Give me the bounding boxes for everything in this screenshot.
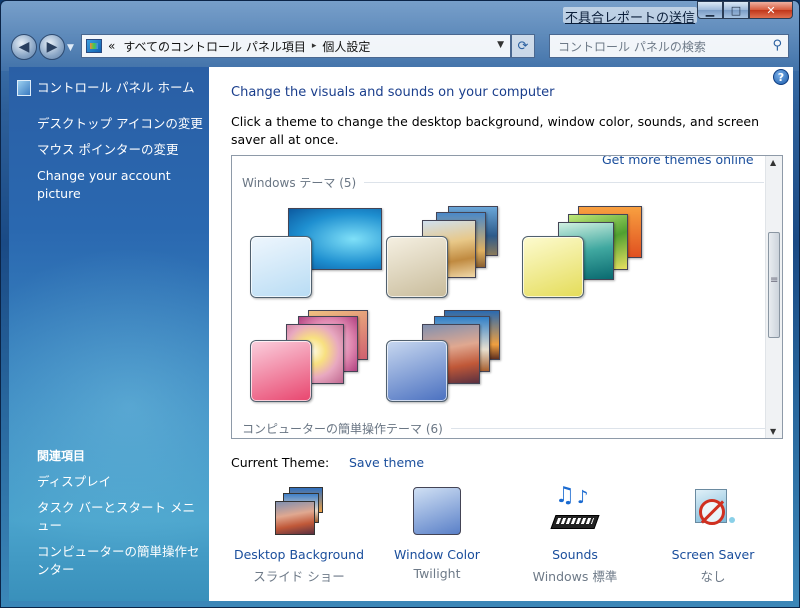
group-divider <box>450 428 769 429</box>
control-panel-home-link[interactable]: コントロール パネル ホーム <box>17 79 195 97</box>
screen-saver-icon <box>687 487 739 539</box>
sidebar: コントロール パネル ホーム デスクトップ アイコンの変更 マウス ポインターの… <box>9 67 209 601</box>
window-color-icon <box>411 487 463 539</box>
scroll-down-icon[interactable]: ▼ <box>770 427 776 436</box>
windows-themes-group: Windows テーマ (5) <box>242 174 765 191</box>
change-desktop-icons-link[interactable]: デスクトップ アイコンの変更 <box>37 115 203 133</box>
forward-button[interactable]: ▶ <box>39 34 65 60</box>
recent-pages-dropdown-icon[interactable]: ▼ <box>67 43 74 53</box>
windows-themes-group-label: Windows テーマ (5) <box>242 176 357 190</box>
display-link[interactable]: ディスプレイ <box>37 473 111 491</box>
sounds-label: Sounds <box>552 547 598 562</box>
theme-color-swatch <box>250 340 312 402</box>
caption-buttons: ▁ □ ✕ <box>697 1 793 19</box>
search-placeholder: コントロール パネルの検索 <box>558 39 706 54</box>
sounds-value: Windows 標準 <box>532 569 618 584</box>
theme-color-swatch <box>386 236 448 298</box>
scroll-up-icon[interactable]: ▲ <box>770 158 776 167</box>
forward-arrow-icon: ▶ <box>46 39 58 55</box>
refresh-icon: ⟳ <box>517 38 529 54</box>
search-icon[interactable]: ⚲ <box>772 38 782 53</box>
sounds-icon: ♫ ♪ <box>549 483 601 539</box>
control-panel-home-label: コントロール パネル ホーム <box>37 80 195 95</box>
ease-of-access-themes-group-label: コンピューターの簡単操作テーマ (6) <box>242 422 443 436</box>
maximize-button[interactable]: □ <box>723 1 749 19</box>
theme-nature[interactable] <box>518 206 642 302</box>
theme-color-swatch <box>522 236 584 298</box>
sounds-setting[interactable]: ♫ ♪ Sounds Windows 標準 <box>505 483 645 585</box>
refresh-button[interactable]: ⟳ <box>511 34 535 58</box>
breadcrumb-separator-icon[interactable]: ▸ <box>312 41 317 51</box>
breadcrumb-overflow[interactable]: « <box>108 39 115 53</box>
group-divider <box>364 182 765 183</box>
theme-list[interactable]: Get more themes online Windows テーマ (5) コ… <box>231 155 783 439</box>
change-mouse-pointers-link[interactable]: マウス ポインターの変更 <box>37 141 178 159</box>
theme-color-swatch <box>250 236 312 298</box>
window-color-value: Twilight <box>413 566 461 581</box>
search-input[interactable]: コントロール パネルの検索 ⚲ <box>549 34 789 58</box>
address-bar[interactable]: « すべてのコントロール パネル項目 ▸ 個人設定 ▼ <box>81 34 511 58</box>
save-theme-link[interactable]: Save theme <box>349 455 424 470</box>
change-account-picture-link[interactable]: Change your account picture <box>37 167 187 203</box>
window-frame: 不具合レポートの送信 ▁ □ ✕ ◀ ▶ ▼ « すべてのコントロール パネル項… <box>0 0 800 608</box>
ease-of-access-themes-group: コンピューターの簡単操作テーマ (6) <box>242 420 769 437</box>
control-panel-home-icon <box>17 80 31 96</box>
address-dropdown-icon[interactable]: ▼ <box>497 40 504 50</box>
page-title: Change the visuals and sounds on your co… <box>231 85 555 100</box>
scrollbar-thumb[interactable] <box>768 232 780 338</box>
related-heading: 関連項目 <box>37 449 86 463</box>
theme-list-scrollbar[interactable]: ▲ ▼ <box>765 156 782 438</box>
page-description: Click a theme to change the desktop back… <box>231 114 760 147</box>
help-icon[interactable]: ? <box>773 69 789 85</box>
theme-landscapes[interactable] <box>382 206 506 302</box>
send-feedback-link[interactable]: 不具合レポートの送信 <box>563 7 698 26</box>
control-panel-icon <box>86 39 102 53</box>
theme-windows7[interactable] <box>246 206 382 302</box>
window-color-setting[interactable]: Window Color Twilight <box>367 487 507 581</box>
get-more-themes-link[interactable]: Get more themes online <box>602 156 754 167</box>
minimize-button[interactable]: ▁ <box>697 1 723 19</box>
screen-saver-value: なし <box>700 569 726 584</box>
breadcrumb-all-control-panel-items[interactable]: すべてのコントロール パネル項目 <box>123 38 306 55</box>
current-theme-label: Current Theme: <box>231 455 330 470</box>
back-button[interactable]: ◀ <box>11 34 37 60</box>
screen-saver-setting[interactable]: Screen Saver なし <box>643 487 783 585</box>
desktop-background-icon <box>273 487 325 539</box>
desktop-background-label: Desktop Background <box>233 547 365 562</box>
desktop-background-setting[interactable]: Desktop Background スライド ショー <box>229 487 369 585</box>
main-content: ? Change the visuals and sounds on your … <box>209 67 793 601</box>
window-color-label: Window Color <box>394 547 480 562</box>
taskbar-start-menu-link[interactable]: タスク バーとスタート メニュー <box>37 499 205 535</box>
theme-scenes-current[interactable] <box>382 310 506 406</box>
close-button[interactable]: ✕ <box>749 1 793 19</box>
screen-saver-label: Screen Saver <box>671 547 755 562</box>
back-arrow-icon: ◀ <box>18 39 30 55</box>
breadcrumb-personalization[interactable]: 個人設定 <box>322 38 370 55</box>
theme-flowers[interactable] <box>246 310 370 406</box>
desktop-background-value: スライド ショー <box>253 569 345 584</box>
theme-color-swatch <box>386 340 448 402</box>
ease-of-access-center-link[interactable]: コンピューターの簡単操作センター <box>37 543 205 579</box>
